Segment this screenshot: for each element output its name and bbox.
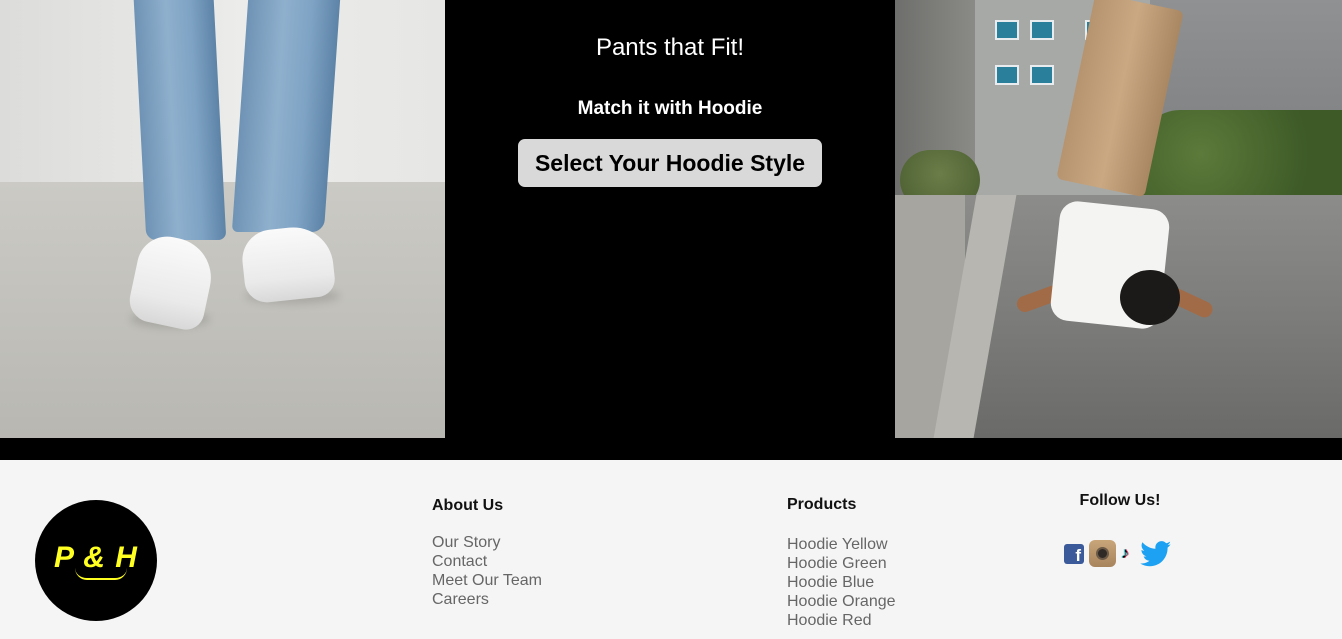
photo-wall [0,0,445,182]
product-links: Hoodie Yellow Hoodie Green Hoodie Blue H… [787,535,896,630]
building-window [995,65,1019,85]
footer-link-hoodie-orange[interactable]: Hoodie Orange [787,592,896,611]
hero-center-panel: Pants that Fit! Match it with Hoodie Sel… [445,0,895,438]
footer-link-hoodie-red[interactable]: Hoodie Red [787,611,896,630]
about-links: Our Story Contact Meet Our Team Careers [432,533,542,609]
building-window [1030,65,1054,85]
footer-about-column: About Us Our Story Contact Meet Our Team… [432,497,542,609]
logo-swoosh [75,568,127,580]
person-head [1120,270,1180,325]
footer-products-column: Products Hoodie Yellow Hoodie Green Hood… [787,496,896,630]
brand-logo[interactable]: P & H [35,500,157,621]
building-window [1030,20,1054,40]
footer-link-contact[interactable]: Contact [432,552,542,571]
select-hoodie-style-button[interactable]: Select Your Hoodie Style [518,139,822,187]
headstand-street-photo [895,0,1342,438]
hero-title: Pants that Fit! [595,34,745,61]
jeans-sneakers-photo [0,0,445,438]
tiktok-icon[interactable]: ♪ [1121,545,1135,563]
footer-follow-column: Follow Us! f ♪ [1064,492,1184,567]
follow-heading: Follow Us! [1079,492,1161,509]
instagram-icon[interactable] [1089,540,1116,567]
footer-link-hoodie-blue[interactable]: Hoodie Blue [787,573,896,592]
hero-section: Pants that Fit! Match it with Hoodie Sel… [0,0,1342,460]
social-icons: f ♪ [1064,540,1177,567]
hero-subtitle: Match it with Hoodie [577,98,763,119]
about-heading: About Us [432,497,504,514]
footer-link-hoodie-yellow[interactable]: Hoodie Yellow [787,535,896,554]
jeans-leg-right [231,0,341,232]
footer-link-hoodie-green[interactable]: Hoodie Green [787,554,896,573]
site-footer: P & H About Us Our Story Contact Meet Ou… [0,460,1342,639]
products-heading: Products [787,496,857,513]
building-window [995,20,1019,40]
jeans-leg-left [133,0,227,240]
footer-link-careers[interactable]: Careers [432,590,542,609]
footer-link-our-story[interactable]: Our Story [432,533,542,552]
twitter-icon[interactable] [1140,540,1172,567]
facebook-icon[interactable]: f [1064,543,1084,565]
footer-link-meet-our-team[interactable]: Meet Our Team [432,571,542,590]
